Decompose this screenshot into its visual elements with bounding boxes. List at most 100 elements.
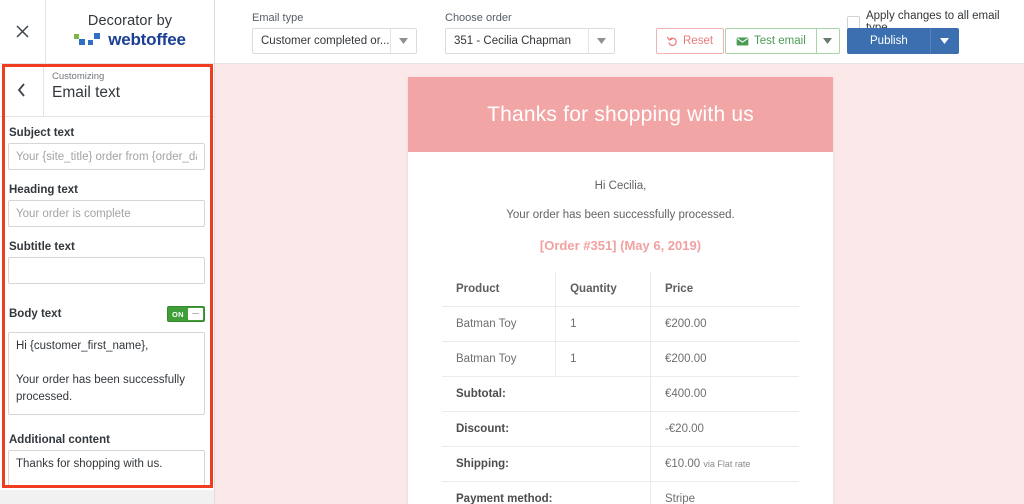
col-product: Product (442, 272, 557, 307)
sidebar-bottom-strip (0, 490, 215, 504)
subtitle-text-label: Subtitle text (9, 241, 75, 253)
chevron-left-icon (17, 83, 25, 97)
publish-caret[interactable] (930, 28, 959, 54)
total-value: €10.00 via Flat rate (650, 446, 799, 482)
choose-order-label: Choose order (445, 12, 512, 24)
additional-content-textarea[interactable] (8, 450, 205, 486)
email-greeting: Hi Cecilia, (594, 180, 647, 192)
item-quantity: 1 (555, 341, 651, 377)
item-price: €200.00 (650, 306, 799, 342)
body-text-label: Body text (9, 308, 62, 320)
shipping-method: via Flat rate (703, 459, 751, 469)
order-table: Product Quantity Price Batman Toy 1 €200… (442, 272, 799, 504)
customizer-sidebar: Decorator by webtoffee Customizing Email… (0, 0, 215, 504)
sidebar-section-header: Customizing Email text (0, 64, 214, 117)
publish-group: Publish (847, 28, 959, 54)
toggle-knob (188, 308, 203, 320)
email-type-label: Email type (252, 12, 304, 24)
envelope-icon (736, 36, 749, 46)
col-quantity: Quantity (555, 272, 651, 307)
total-label: Subtotal: (442, 376, 651, 412)
subject-text-input[interactable] (8, 143, 205, 170)
total-value: Stripe (650, 481, 799, 504)
choose-order-caret[interactable] (588, 29, 614, 53)
test-email-split-button: Test email (725, 28, 840, 54)
choose-order-value: 351 - Cecilia Chapman (454, 35, 571, 47)
app-root: Decorator by webtoffee Customizing Email… (0, 0, 1024, 504)
body-text-toggle[interactable]: ON (167, 306, 205, 322)
subtitle-text-input[interactable] (8, 257, 205, 284)
close-icon (16, 25, 29, 38)
email-body: Hi Cecilia, Your order has been successf… (408, 152, 833, 504)
publish-split-button: Publish (847, 28, 959, 54)
email-card: Thanks for shopping with us Hi Cecilia, … (408, 77, 833, 504)
total-label: Payment method: (442, 481, 651, 504)
total-value: €400.00 (650, 376, 799, 412)
undo-arrow-icon (667, 36, 677, 46)
item-product: Batman Toy (442, 306, 557, 342)
webtoffee-logo-mark-icon (74, 33, 104, 47)
publish-button-label: Publish (870, 35, 908, 47)
body-text-textarea[interactable] (8, 332, 205, 415)
total-label: Discount: (442, 411, 651, 447)
additional-content-label: Additional content (9, 434, 110, 446)
email-type-select[interactable]: Customer completed or... (252, 28, 417, 54)
item-product: Batman Toy (442, 341, 557, 377)
brand-tagline: Decorator by (87, 13, 173, 29)
item-price: €200.00 (650, 341, 799, 377)
publish-button[interactable]: Publish (847, 28, 931, 54)
reset-button-group: Reset (656, 28, 725, 54)
table-row: Batman Toy 1 €200.00 (442, 306, 799, 342)
table-row: Discount: -€20.00 (442, 411, 799, 447)
choose-order-select[interactable]: 351 - Cecilia Chapman (445, 28, 615, 54)
customizing-eyebrow: Customizing (52, 71, 105, 82)
order-table-head: Product Quantity Price (442, 272, 799, 307)
brand-name: webtoffee (108, 30, 186, 49)
back-button[interactable] (0, 64, 44, 116)
page-title: Email text (52, 84, 121, 101)
sidebar-brand-bar: Decorator by webtoffee (0, 0, 214, 64)
choose-order-group: Choose order 351 - Cecilia Chapman (445, 12, 615, 54)
email-header-title: Thanks for shopping with us (487, 102, 754, 126)
chevron-down-icon (940, 38, 950, 44)
order-table-header-row: Product Quantity Price (442, 272, 799, 307)
table-row: Batman Toy 1 €200.00 (442, 341, 799, 377)
brand-block: Decorator by webtoffee (46, 13, 214, 50)
total-label: Shipping: (442, 446, 651, 482)
chevron-down-icon (597, 38, 606, 44)
apply-changes-checkbox[interactable] (847, 15, 860, 29)
subject-text-label: Subject text (9, 127, 75, 139)
total-value: -€20.00 (650, 411, 799, 447)
shipping-amount: €10.00 (664, 458, 701, 470)
body-toggle-state: ON (172, 309, 184, 319)
email-type-caret[interactable] (390, 29, 416, 53)
reset-button[interactable]: Reset (656, 28, 725, 54)
email-preview-area: Thanks for shopping with us Hi Cecilia, … (215, 64, 1024, 504)
reset-button-label: Reset (683, 35, 714, 47)
chevron-down-icon (823, 38, 833, 44)
table-row: Payment method: Stripe (442, 481, 799, 504)
table-row: Shipping: €10.00 via Flat rate (442, 446, 799, 482)
test-email-button[interactable]: Test email (725, 28, 816, 54)
email-order-line: [Order #351] (May 6, 2019) (539, 238, 702, 253)
brand-logo: webtoffee (74, 30, 186, 50)
test-email-button-label: Test email (754, 35, 806, 47)
heading-text-input[interactable] (8, 200, 205, 227)
chevron-down-icon (399, 38, 408, 44)
col-price: Price (650, 272, 799, 307)
table-row: Subtotal: €400.00 (442, 376, 799, 412)
heading-text-label: Heading text (9, 184, 79, 196)
close-customizer-button[interactable] (0, 0, 46, 64)
email-type-group: Email type Customer completed or... (252, 12, 417, 54)
sidebar-controls: Subject text Heading text Subtitle text … (0, 117, 214, 491)
test-email-caret[interactable] (815, 28, 840, 54)
section-title-wrap: Customizing Email text (44, 64, 120, 116)
email-header: Thanks for shopping with us (408, 77, 833, 152)
email-intro: Your order has been successfully process… (506, 209, 735, 221)
item-quantity: 1 (555, 306, 651, 342)
top-toolbar: Email type Customer completed or... Choo… (215, 0, 1024, 64)
order-table-body: Batman Toy 1 €200.00 Batman Toy 1 €200.0… (442, 306, 799, 504)
body-text-row: Body text ON (8, 306, 205, 322)
test-email-group: Test email (725, 28, 840, 54)
email-type-value: Customer completed or... (261, 35, 390, 47)
